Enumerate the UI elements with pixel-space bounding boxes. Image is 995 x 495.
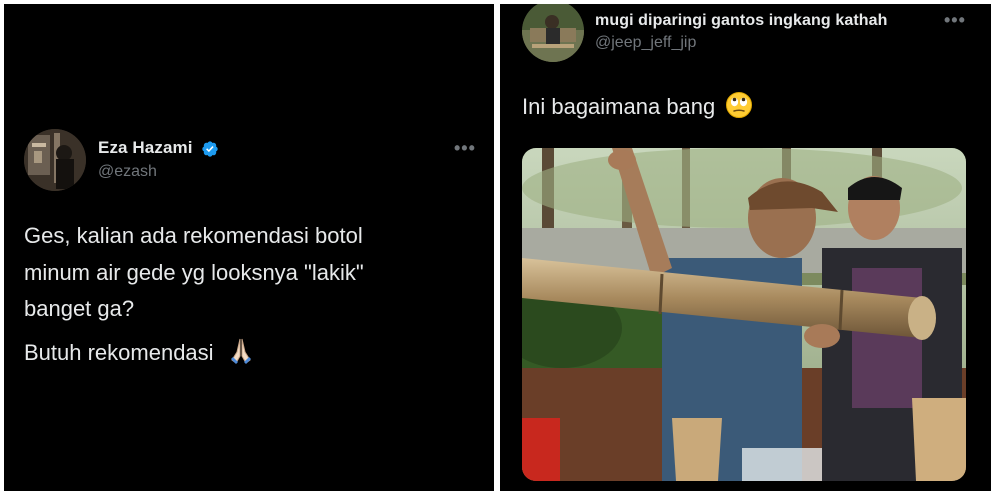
left-tweet-panel: Eza Hazami @ezash ••• Ges, kalian ada re…: [4, 4, 494, 491]
avatar[interactable]: [522, 4, 584, 62]
avatar[interactable]: [24, 129, 86, 191]
right-tweet-panel: mugi diparingi gantos ingkang kathah @je…: [500, 4, 991, 491]
tweet-photo[interactable]: [522, 148, 966, 481]
photo-bamboo-water-bottle: [522, 148, 966, 481]
eye-roll-face-icon: [726, 92, 753, 118]
tweet-text: Ini bagaimana bang: [522, 91, 753, 123]
tweet-text-body: Ini bagaimana bang: [522, 94, 716, 119]
tweet-text-line-4: Butuh rekomendasi: [24, 336, 256, 369]
tweet-text-line-2: minum air gede yg looksnya "lakik": [24, 260, 364, 285]
author-handle[interactable]: @jeep_jeff_jip: [595, 34, 696, 52]
author-handle[interactable]: @ezash: [98, 163, 157, 181]
tweet-text-line-3: banget ga?: [24, 296, 135, 321]
more-icon[interactable]: •••: [944, 10, 966, 31]
tweet-text-second-paragraph: Butuh rekomendasi: [24, 340, 214, 365]
folded-hands-icon: [230, 338, 251, 364]
author-name[interactable]: Eza Hazami: [98, 138, 193, 158]
verified-badge-icon: [202, 141, 218, 157]
more-icon[interactable]: •••: [454, 138, 476, 159]
tweet-text-line-1: Ges, kalian ada rekomendasi botol: [24, 223, 363, 248]
author-name[interactable]: mugi diparingi gantos ingkang kathah: [595, 12, 888, 30]
